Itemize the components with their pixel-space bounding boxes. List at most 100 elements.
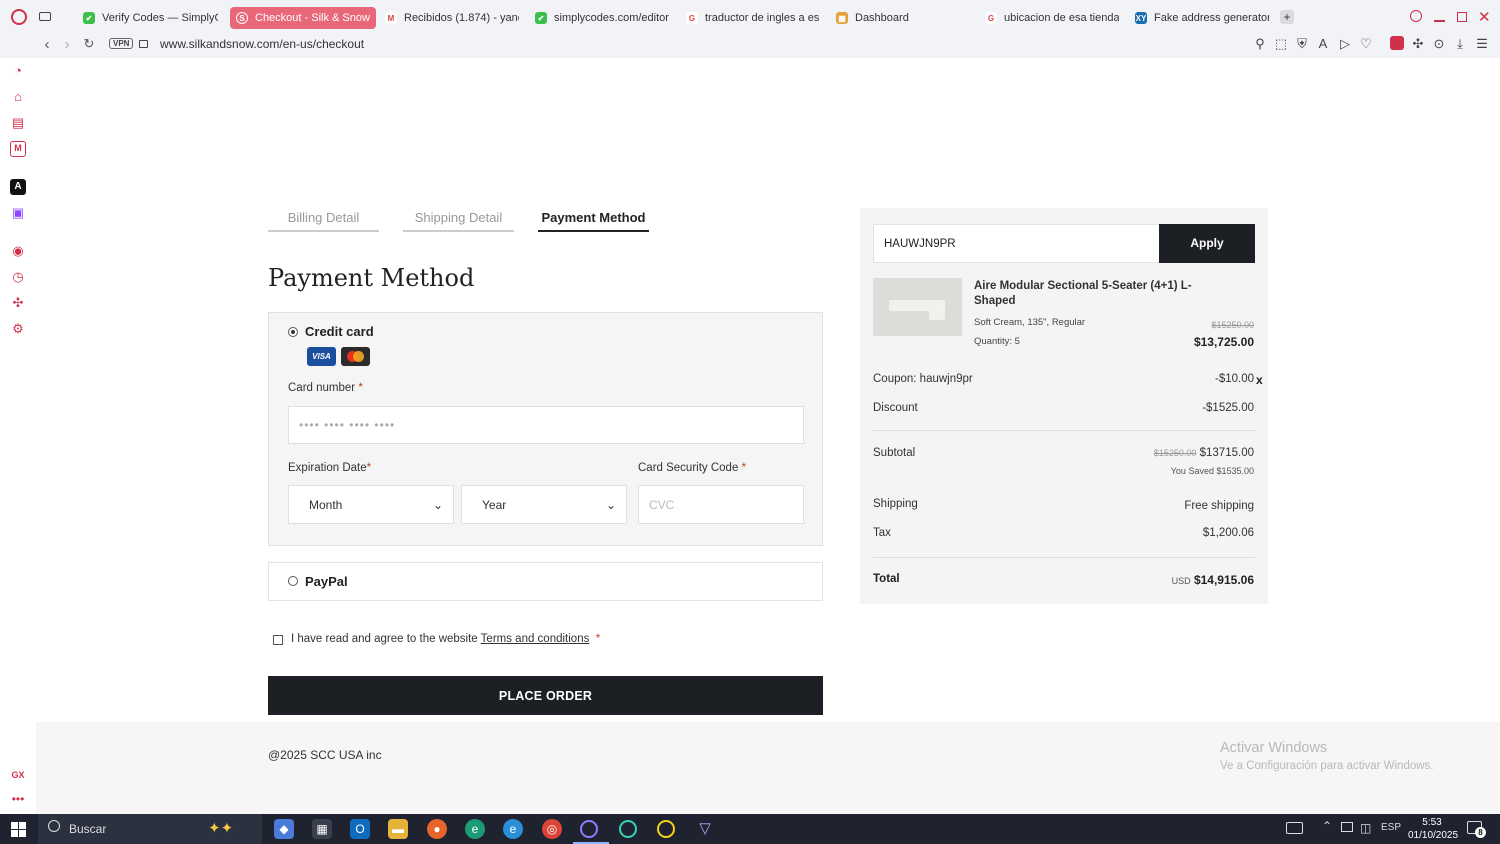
profile-icon[interactable]: ⊙: [1431, 36, 1447, 52]
snapshot-icon[interactable]: ⬚: [1273, 36, 1289, 52]
edge-beta-icon[interactable]: e: [503, 819, 523, 839]
player-icon[interactable]: ▷: [1337, 36, 1353, 52]
speed-dial-icon[interactable]: ◔: [10, 63, 26, 79]
step-billing[interactable]: Billing Detail: [268, 210, 379, 232]
back-button[interactable]: ‹: [39, 36, 55, 53]
store-icon[interactable]: ▦: [312, 819, 332, 839]
chevron-up-icon[interactable]: ⌃: [1322, 819, 1332, 833]
tab-label: Fake address generator U: [1154, 12, 1269, 24]
news-icon[interactable]: ▤: [10, 115, 26, 131]
month-select[interactable]: Month ⌄: [288, 485, 454, 524]
bookmark-icon[interactable]: ⚲: [1252, 36, 1268, 52]
order-summary: HAUWJN9PR Apply Aire Modular Sectional 5…: [860, 208, 1268, 604]
extensions-icon[interactable]: ✣: [1410, 36, 1426, 52]
step-billing-underline: [268, 230, 379, 232]
firefox-icon[interactable]: ●: [427, 819, 447, 839]
paypal-option[interactable]: PayPal: [268, 562, 823, 601]
browser-tab[interactable]: Gtraductor de ingles a espa: [686, 7, 820, 29]
chrome-icon[interactable]: ◎: [542, 819, 562, 839]
step-shipping-underline: [403, 230, 514, 232]
url-field[interactable]: www.silkandsnow.com/en-us/checkout: [160, 37, 364, 51]
credit-card-radio[interactable]: [288, 327, 298, 337]
clock[interactable]: 5:53 01/10/2025: [1408, 816, 1458, 842]
keyboard-icon[interactable]: [1286, 822, 1303, 834]
terms-checkbox[interactable]: [273, 635, 283, 645]
apply-coupon-button[interactable]: Apply: [1159, 224, 1255, 263]
browser-tab[interactable]: ✔ simplycodes.com/editor/: [535, 7, 669, 29]
outlook-icon[interactable]: O: [350, 819, 370, 839]
mastercard-icon: [341, 347, 370, 366]
tax-label: Tax: [873, 527, 891, 539]
maximize-button[interactable]: [1457, 12, 1467, 22]
language-indicator[interactable]: ESP: [1381, 822, 1401, 833]
visa-icon: VISA: [307, 347, 336, 366]
opera-air-icon[interactable]: [619, 820, 637, 838]
credit-card-label: Credit card: [305, 324, 374, 339]
close-window-button[interactable]: ✕: [1478, 8, 1491, 26]
cvc-input[interactable]: CVC: [638, 485, 804, 524]
step-payment[interactable]: Payment Method: [538, 210, 649, 232]
browser-tab[interactable]: M Recibidos (1.874) - yanet: [385, 7, 519, 29]
edge-icon[interactable]: e: [465, 819, 485, 839]
extension-badge-icon[interactable]: [1390, 36, 1404, 50]
heart-icon[interactable]: ♡: [1358, 36, 1374, 52]
taskbar-search[interactable]: Buscar ✦✦: [38, 814, 262, 844]
vpn-badge[interactable]: VPN: [109, 38, 134, 49]
extensions-sidebar-icon[interactable]: ✣: [10, 295, 26, 311]
coupon-input[interactable]: HAUWJN9PR: [873, 224, 1160, 263]
app-icon[interactable]: A: [10, 179, 26, 195]
player-sidebar-icon[interactable]: ◉: [10, 243, 26, 259]
browser-tab[interactable]: Gubicacion de esa tienda S: [985, 7, 1119, 29]
proton-vpn-icon[interactable]: ▽: [695, 819, 715, 839]
place-order-button[interactable]: PLACE ORDER: [268, 676, 823, 715]
tab-favicon-icon: XY: [1135, 12, 1147, 24]
card-number-label: Card number *: [288, 382, 363, 394]
forward-button[interactable]: ›: [59, 36, 75, 53]
taskbar-search-label: Buscar: [69, 822, 107, 836]
opera-icon[interactable]: [657, 820, 675, 838]
menu-icon[interactable]: ☰: [1474, 36, 1490, 52]
volume-icon[interactable]: ◫: [1360, 821, 1371, 835]
new-tab-button[interactable]: +: [1280, 10, 1294, 24]
tax-value: $1,200.06: [1202, 527, 1254, 539]
network-icon[interactable]: [1341, 822, 1353, 832]
tab-label: traductor de ingles a espa: [705, 12, 820, 24]
history-icon[interactable]: ◷: [10, 269, 26, 285]
tab-label: Verify Codes — SimplyCo: [102, 12, 218, 24]
reload-button[interactable]: ↻: [81, 36, 97, 52]
activate-windows-title: Activar Windows: [1220, 740, 1328, 756]
notifications-icon[interactable]: 8: [1467, 821, 1486, 838]
remove-coupon-button[interactable]: x: [1256, 373, 1263, 387]
download-icon[interactable]: ⤓: [1452, 36, 1468, 52]
opera-logo-icon[interactable]: [11, 9, 27, 25]
gmail-icon[interactable]: M: [10, 141, 26, 157]
copilot-icon[interactable]: ◆: [274, 819, 294, 839]
step-shipping[interactable]: Shipping Detail: [403, 210, 514, 232]
subtotal-label: Subtotal: [873, 447, 916, 459]
file-explorer-icon[interactable]: ▬: [388, 819, 408, 839]
card-number-input[interactable]: •••• •••• •••• ••••: [288, 406, 804, 444]
more-icon[interactable]: •••: [10, 791, 26, 807]
product-price: $13,725.00: [1193, 335, 1254, 349]
windows-start-icon[interactable]: [11, 822, 26, 837]
browser-tab[interactable]: ✔ Verify Codes — SimplyCo: [83, 7, 218, 29]
opera-gx-taskbar-icon[interactable]: [580, 820, 598, 838]
paypal-label: PayPal: [305, 574, 348, 589]
browser-tab[interactable]: XY Fake address generator U: [1135, 7, 1269, 29]
gx-icon[interactable]: GX: [10, 767, 26, 783]
browser-tab[interactable]: ▦ Dashboard: [836, 7, 970, 29]
year-select[interactable]: Year ⌄: [461, 485, 627, 524]
settings-gear-icon[interactable]: ⚙: [10, 321, 26, 337]
minimize-button[interactable]: [1434, 20, 1445, 22]
tab-overview-icon[interactable]: [39, 12, 51, 21]
lock-icon[interactable]: [139, 40, 148, 48]
paypal-radio[interactable]: [288, 576, 298, 586]
divider: [873, 430, 1255, 431]
search-tabs-icon[interactable]: [1410, 10, 1422, 22]
terms-link[interactable]: Terms and conditions: [481, 633, 590, 645]
shopping-icon[interactable]: ⌂: [10, 89, 26, 105]
shield-icon[interactable]: ⛨: [1294, 36, 1310, 52]
browser-tab[interactable]: S Checkout - Silk & Snow: [230, 7, 376, 29]
translate-icon[interactable]: A: [1315, 36, 1331, 51]
twitch-icon[interactable]: ▣: [10, 205, 26, 221]
